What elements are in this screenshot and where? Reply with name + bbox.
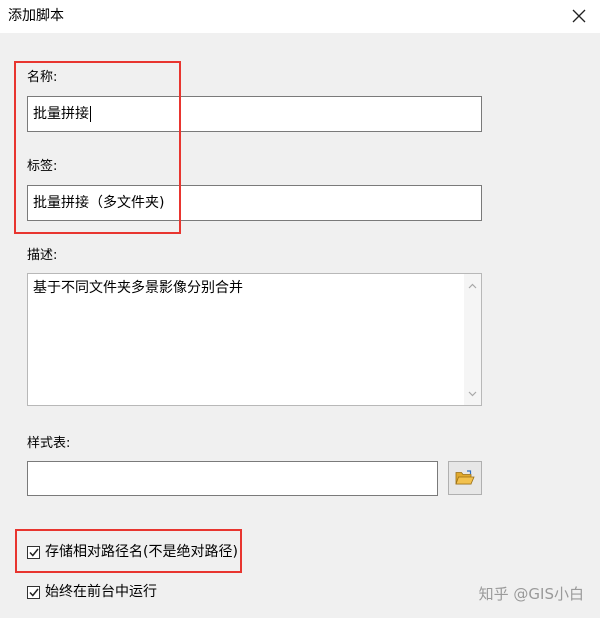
description-textarea[interactable]: 基于不同文件夹多景影像分别合并 bbox=[27, 273, 482, 406]
stylesheet-input[interactable] bbox=[27, 461, 438, 496]
scroll-down-arrow-icon bbox=[468, 391, 477, 396]
text-caret bbox=[90, 106, 91, 122]
description-label: 描述: bbox=[27, 248, 58, 263]
title-bar: 添加脚本 bbox=[0, 0, 600, 33]
name-input-value: 批量拼接 bbox=[33, 106, 89, 122]
stylesheet-label: 样式表: bbox=[27, 436, 71, 451]
close-icon bbox=[572, 9, 586, 23]
store-relative-path-label: 存储相对路径名(不是绝对路径) bbox=[45, 544, 238, 560]
tag-label: 标签: bbox=[27, 159, 58, 174]
check-icon bbox=[28, 588, 39, 597]
add-script-dialog: 添加脚本 名称: 批量拼接 标签: 批量拼接（多文件夹) 描述: 基于不同文件夹… bbox=[0, 0, 600, 618]
run-foreground-option[interactable]: 始终在前台中运行 bbox=[27, 583, 157, 601]
name-label: 名称: bbox=[27, 70, 58, 85]
run-foreground-checkbox[interactable] bbox=[27, 585, 40, 599]
description-scrollbar[interactable] bbox=[464, 274, 481, 405]
description-value: 基于不同文件夹多景影像分别合并 bbox=[33, 280, 243, 296]
name-input[interactable]: 批量拼接 bbox=[27, 96, 482, 132]
scroll-down-button[interactable] bbox=[464, 385, 481, 402]
tag-input-value: 批量拼接（多文件夹) bbox=[33, 195, 165, 211]
store-relative-path-option[interactable]: 存储相对路径名(不是绝对路径) bbox=[27, 543, 238, 561]
dialog-title: 添加脚本 bbox=[8, 8, 64, 24]
scroll-up-button[interactable] bbox=[464, 277, 481, 294]
close-button[interactable] bbox=[564, 3, 594, 29]
folder-open-icon bbox=[455, 470, 475, 485]
scroll-up-arrow-icon bbox=[468, 283, 477, 288]
watermark-text: 知乎 @GIS小白 bbox=[478, 585, 584, 603]
browse-stylesheet-button[interactable] bbox=[448, 461, 482, 495]
store-relative-path-checkbox[interactable] bbox=[27, 545, 40, 559]
run-foreground-label: 始终在前台中运行 bbox=[45, 584, 157, 600]
tag-input[interactable]: 批量拼接（多文件夹) bbox=[27, 185, 482, 221]
check-icon bbox=[28, 548, 39, 557]
